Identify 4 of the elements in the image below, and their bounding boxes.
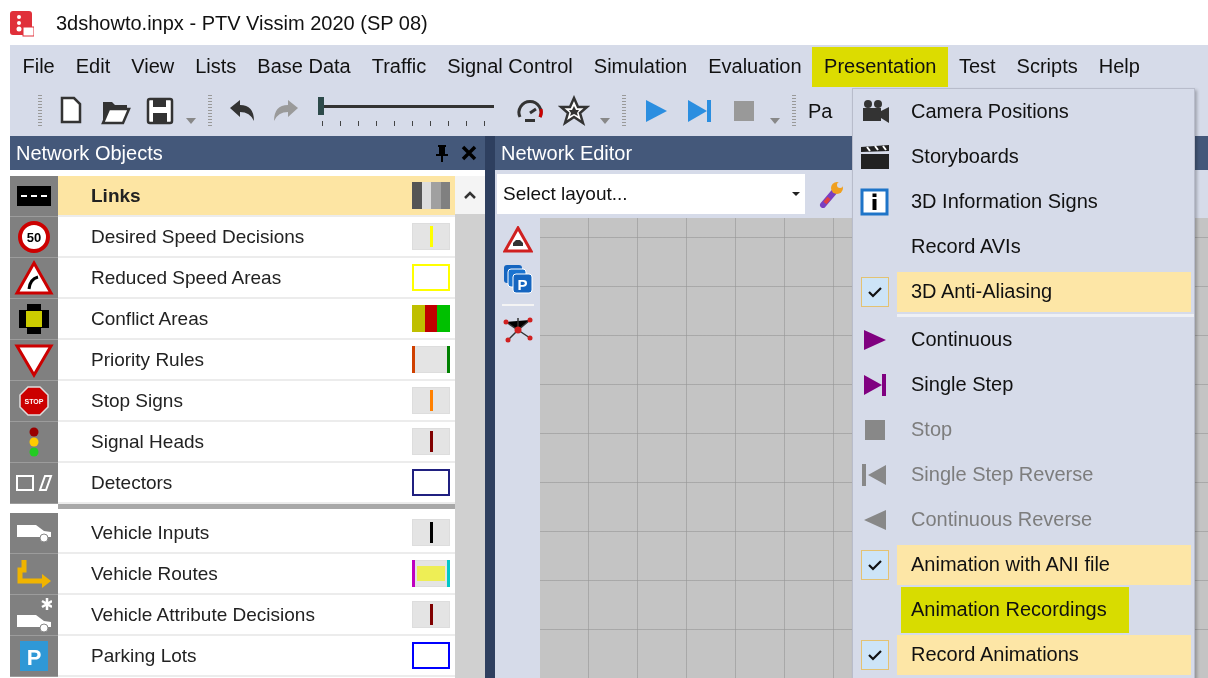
window-title: 3dshowto.inpx - PTV Vissim 2020 (SP 08)	[56, 12, 428, 35]
panel-title: Network Objects	[16, 141, 164, 165]
panel-title: Network Editor	[501, 141, 633, 165]
toolbar-label: Pa	[808, 99, 833, 123]
